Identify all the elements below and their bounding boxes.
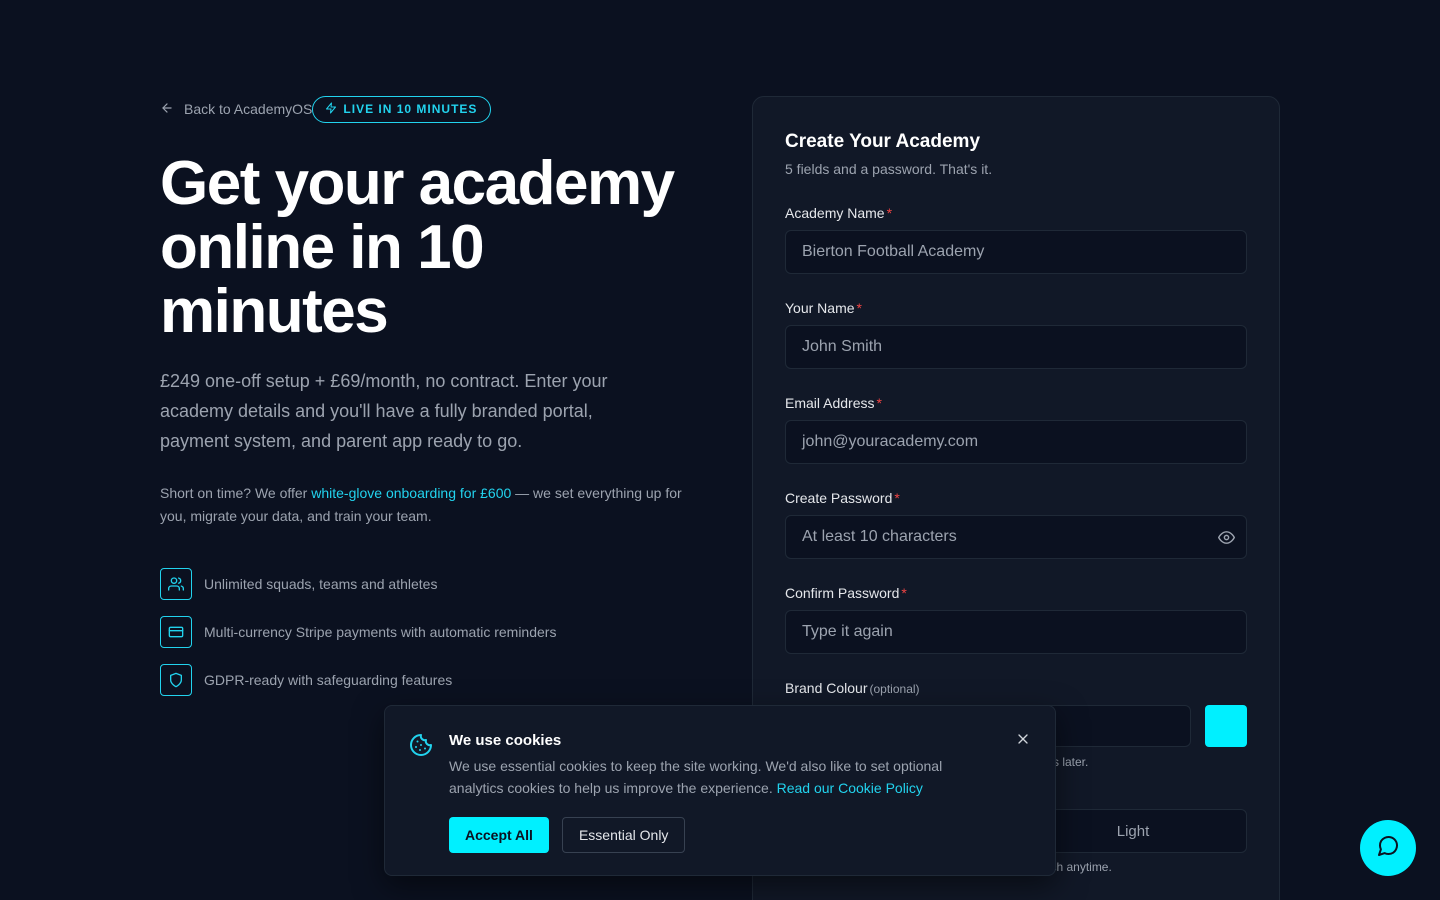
live-badge: LIVE IN 10 MINUTES <box>312 95 492 123</box>
onboarding-note: Short on time? We offer white-glove onbo… <box>160 482 690 528</box>
your-name-label: Your Name * <box>785 300 862 316</box>
feature-list: Unlimited squads, teams and athletes Mul… <box>160 568 700 696</box>
email-label: Email Address * <box>785 395 882 411</box>
feature-label: Multi-currency Stripe payments with auto… <box>204 624 557 640</box>
password-input[interactable]: At least 10 characters <box>785 515 1247 559</box>
academy-name-input[interactable]: Bierton Football Academy <box>785 230 1247 274</box>
note-prefix: Short on time? We offer <box>160 485 312 501</box>
close-icon[interactable] <box>1015 731 1031 752</box>
form-title: Create Your Academy <box>785 131 981 152</box>
feature-label: GDPR-ready with safeguarding features <box>204 672 453 688</box>
accept-all-button[interactable]: Accept All <box>449 817 549 853</box>
cookie-body: We use cookies We use essential cookies … <box>449 732 989 853</box>
email-input[interactable]: john@youracademy.com <box>785 420 1247 464</box>
email-field: Email Address * john@youracademy.com <box>785 395 1247 464</box>
cookie-title: We use cookies <box>449 732 562 749</box>
your-name-field: Your Name * John Smith <box>785 300 1247 369</box>
live-badge-label: LIVE IN 10 MINUTES <box>343 102 478 116</box>
chat-icon <box>1376 834 1400 863</box>
cookie-banner: We use cookies We use essential cookies … <box>384 705 1056 876</box>
cookie-text: We use essential cookies to keep the sit… <box>449 758 943 796</box>
feature-item: Multi-currency Stripe payments with auto… <box>160 616 700 648</box>
zap-icon <box>325 102 337 117</box>
essential-only-button[interactable]: Essential Only <box>561 817 686 853</box>
password-label: Create Password * <box>785 490 900 506</box>
feature-item: GDPR-ready with safeguarding features <box>160 664 700 696</box>
top-line: Back to AcademyOS LIVE IN 10 MINUTES <box>160 95 700 123</box>
feature-item: Unlimited squads, teams and athletes <box>160 568 700 600</box>
intro-section: Back to AcademyOS LIVE IN 10 MINUTES Get… <box>160 95 700 712</box>
users-icon <box>160 568 192 600</box>
cookie-policy-link[interactable]: Read our Cookie Policy <box>777 780 923 796</box>
eye-icon[interactable] <box>1218 529 1235 551</box>
brand-colour-hint: s later. <box>1053 755 1089 769</box>
arrow-left-icon <box>160 101 184 118</box>
feature-label: Unlimited squads, teams and athletes <box>204 576 438 592</box>
brand-colour-label: Brand Colour (optional) <box>785 680 920 696</box>
confirm-password-field: Confirm Password * Type it again <box>785 585 1247 654</box>
form-subtitle: 5 fields and a password. That's it. <box>785 161 993 177</box>
academy-name-field: Academy Name * Bierton Football Academy <box>785 205 1247 274</box>
back-link-label: Back to AcademyOS <box>184 101 313 117</box>
shield-icon <box>160 664 192 696</box>
chat-button[interactable] <box>1360 820 1416 876</box>
cookie-icon <box>409 733 433 762</box>
back-link[interactable]: Back to AcademyOS <box>160 101 312 118</box>
page-subtitle: £249 one-off setup + £69/month, no contr… <box>160 371 608 451</box>
page-title: Get your academy online in 10 minutes <box>160 149 675 346</box>
password-field: Create Password * At least 10 characters <box>785 490 1247 559</box>
cookie-actions: Accept All Essential Only <box>449 817 989 853</box>
onboarding-link[interactable]: white-glove onboarding for £600 <box>311 485 511 501</box>
brand-colour-swatch <box>1205 705 1247 747</box>
academy-name-label: Academy Name * <box>785 205 893 221</box>
confirm-password-label: Confirm Password * <box>785 585 907 601</box>
confirm-password-input[interactable]: Type it again <box>785 610 1247 654</box>
credit-card-icon <box>160 616 192 648</box>
your-name-input[interactable]: John Smith <box>785 325 1247 369</box>
password-placeholder: At least 10 characters <box>802 528 957 545</box>
